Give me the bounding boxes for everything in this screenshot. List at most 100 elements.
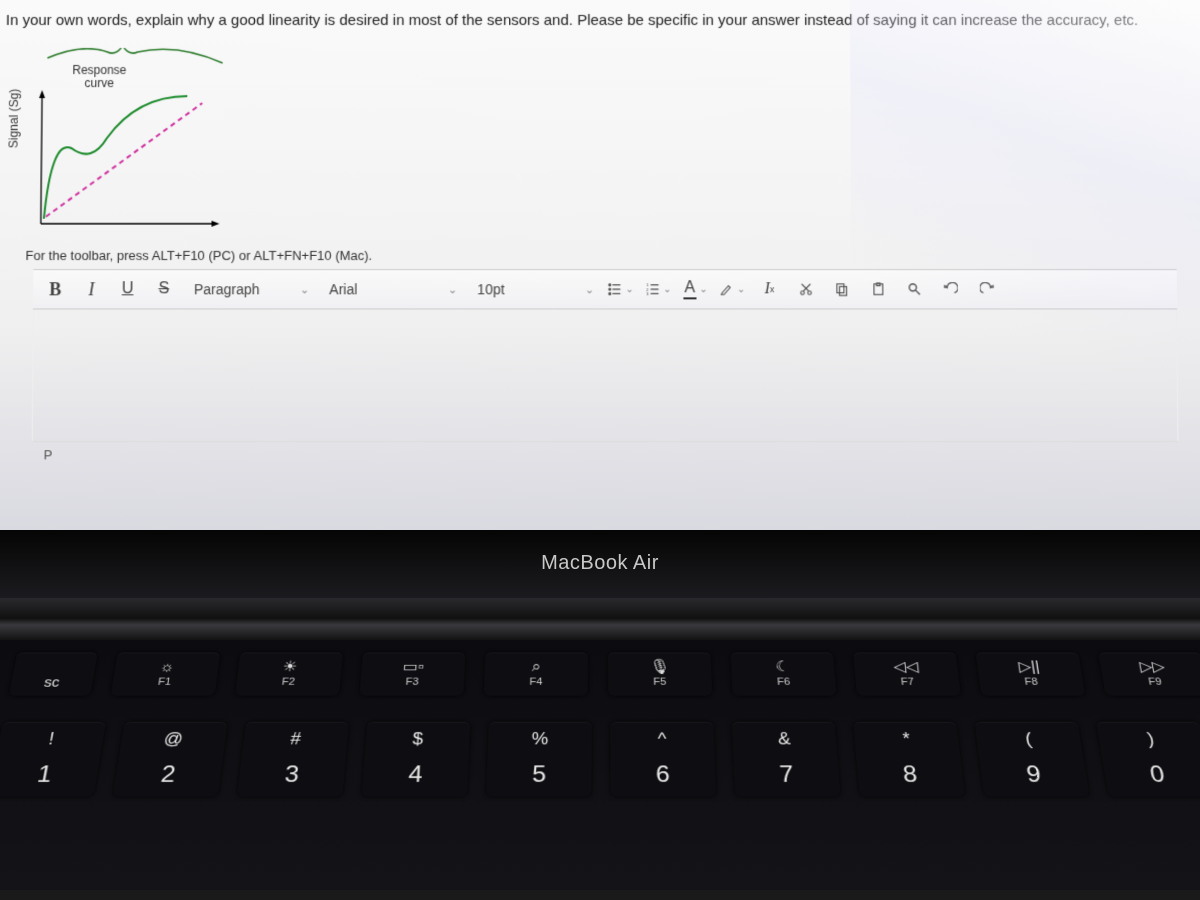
fn-key-label: F6 <box>777 677 791 688</box>
key-symbol: ) <box>1146 729 1156 749</box>
brightness-high-key[interactable]: ☀ F2 <box>235 652 343 695</box>
numbered-list-button[interactable]: 123 ⌄ <box>640 270 678 308</box>
chevron-down-icon: ⌄ <box>300 283 309 296</box>
forward-key[interactable]: ▷▷ F9 <box>1098 652 1200 695</box>
laptop-hinge <box>0 598 1200 643</box>
key-number: 4 <box>408 762 424 789</box>
key-number: 0 <box>1148 762 1167 789</box>
brightness-low-key[interactable]: ☼ F1 <box>111 652 221 695</box>
mic-key[interactable]: 🎙 F5 <box>608 652 712 695</box>
rewind-key[interactable]: ◁◁ F7 <box>853 652 961 695</box>
find-button[interactable] <box>896 270 932 308</box>
mic-icon: 🎙 <box>649 660 670 674</box>
search-icon: ⌕ <box>532 660 541 674</box>
chevron-down-icon: ⌄ <box>448 283 457 296</box>
toolbar-keyboard-hint: For the toolbar, press ALT+F10 (PC) or A… <box>0 244 1200 269</box>
key-number: 9 <box>1025 762 1043 789</box>
chevron-down-icon: ⌄ <box>663 284 671 295</box>
key-number: 1 <box>35 762 54 789</box>
font-size-select[interactable]: 10pt⌄ <box>465 270 602 308</box>
laptop-screen: In your own words, explain why a good li… <box>0 0 1200 540</box>
key-3[interactable]: #3 <box>237 722 349 797</box>
fn-key-label: F5 <box>653 677 666 688</box>
chevron-down-icon: ⌄ <box>699 284 707 295</box>
bullet-list-button[interactable]: ⌄ <box>602 270 640 308</box>
key-number: 5 <box>532 762 547 789</box>
underline-button[interactable]: U <box>109 270 145 308</box>
dnd-key[interactable]: ☾ F6 <box>731 652 837 695</box>
key-7[interactable]: &7 <box>732 722 841 797</box>
paste-button[interactable] <box>860 270 896 308</box>
strikethrough-button[interactable]: S <box>146 270 182 308</box>
key-symbol: ^ <box>658 729 667 749</box>
key-number: 6 <box>656 762 671 789</box>
brightness-low-icon: ☼ <box>158 660 175 674</box>
clear-formatting-button[interactable]: Ix <box>751 270 787 308</box>
laptop-brand-label: MacBook Air <box>0 530 1200 575</box>
key-symbol: $ <box>412 729 424 749</box>
question-prompt: In your own words, explain why a good li… <box>0 0 1200 43</box>
play-pause-icon: ▷|| <box>1018 660 1041 674</box>
number-key-row: !1@2#3$4%5^6&7*8(9)0 <box>0 722 1200 797</box>
dnd-icon: ☾ <box>775 660 790 674</box>
undo-button[interactable] <box>932 270 968 308</box>
key-5[interactable]: %5 <box>486 722 592 797</box>
block-format-select[interactable]: Paragraph⌄ <box>182 270 318 308</box>
key-number: 2 <box>159 762 177 789</box>
key-8[interactable]: *8 <box>853 722 965 797</box>
esc-key[interactable]: sc <box>9 652 98 695</box>
fn-key-label: F9 <box>1148 677 1163 688</box>
svg-text:3: 3 <box>646 291 649 296</box>
fn-key-label: F2 <box>281 677 295 688</box>
italic-button[interactable]: I <box>73 270 110 308</box>
y-axis-label: Signal (Sg) <box>6 89 21 149</box>
key-number: 8 <box>902 762 919 789</box>
copy-button[interactable] <box>824 270 860 308</box>
brightness-high-icon: ☀ <box>282 660 298 674</box>
chevron-down-icon: ⌄ <box>585 283 594 296</box>
chart-svg <box>16 48 238 234</box>
key-symbol: * <box>902 729 911 749</box>
key-symbol: & <box>777 729 791 749</box>
mission-control-icon: ▭▫ <box>402 660 424 674</box>
key-symbol: % <box>531 729 548 749</box>
highlight-button[interactable]: ⌄ <box>714 270 752 308</box>
key-symbol: @ <box>163 729 185 749</box>
key-2[interactable]: @2 <box>112 722 227 797</box>
text-color-button[interactable]: A ⌄ <box>677 270 713 308</box>
key-4[interactable]: $4 <box>361 722 470 797</box>
keyboard: sc ☼F1☀F2▭▫F3⌕F4🎙F5☾F6◁◁F7▷||F8▷▷F9 !1@2… <box>0 640 1200 890</box>
mission-control-key[interactable]: ▭▫ F3 <box>359 652 465 695</box>
redo-button[interactable] <box>968 270 1004 308</box>
bold-button[interactable]: B <box>37 270 74 308</box>
cut-button[interactable] <box>787 270 823 308</box>
laptop-lower-bezel: MacBook Air <box>0 530 1200 600</box>
function-key-row: sc ☼ F1 ☀ F2 ▭▫ F3 ⌕ F4 🎙 F5 ☾ F6 ◁◁ F7 ▷|| F8 ▷▷ F9 <box>0 652 1200 695</box>
key-1[interactable]: !1 <box>0 722 106 797</box>
editor-status-bar: P <box>31 441 1178 467</box>
key-0[interactable]: )0 <box>1096 722 1200 797</box>
fn-key-label: F8 <box>1024 677 1039 688</box>
fn-key-label: F4 <box>529 677 542 688</box>
chevron-down-icon: ⌄ <box>625 284 633 295</box>
play-pause-key[interactable]: ▷|| F8 <box>976 652 1086 695</box>
search-key[interactable]: ⌕ F4 <box>484 652 588 695</box>
chevron-down-icon: ⌄ <box>737 284 745 295</box>
rewind-icon: ◁◁ <box>893 660 919 674</box>
rich-text-toolbar: B I U S Paragraph⌄ Arial⌄ 10pt⌄ ⌄ 123 ⌄ … <box>33 269 1177 309</box>
key-symbol: ( <box>1024 729 1033 749</box>
key-number: 3 <box>283 762 300 789</box>
key-9[interactable]: (9 <box>975 722 1090 797</box>
response-curve-chart: Signal (Sg) Response curve <box>16 48 238 234</box>
key-number: 7 <box>779 762 795 789</box>
key-symbol: # <box>289 729 301 749</box>
forward-icon: ▷▷ <box>1139 660 1167 674</box>
fn-key-label: F3 <box>405 677 419 688</box>
key-6[interactable]: ^6 <box>610 722 716 797</box>
key-symbol: ! <box>47 729 56 749</box>
chart-annotation: Response curve <box>72 64 126 90</box>
font-family-select[interactable]: Arial⌄ <box>317 270 465 308</box>
fn-key-label: F1 <box>157 677 172 688</box>
editor-content-area[interactable] <box>32 309 1179 441</box>
fn-key-label: F7 <box>900 677 914 688</box>
